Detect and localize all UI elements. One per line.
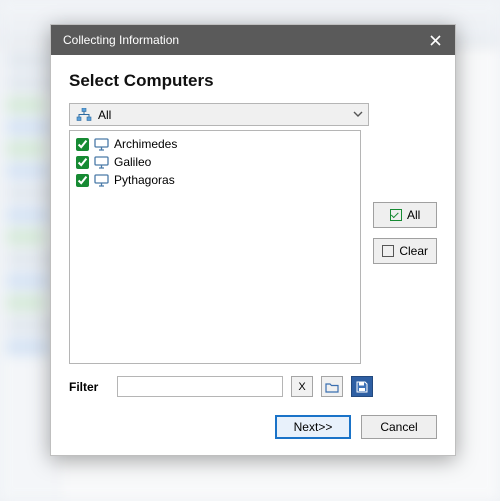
button-label: Cancel xyxy=(380,420,417,434)
checkbox[interactable] xyxy=(76,174,89,187)
save-icon xyxy=(355,380,369,394)
list-item-label: Pythagoras xyxy=(114,173,175,187)
list-item[interactable]: Pythagoras xyxy=(76,171,354,189)
x-icon: X xyxy=(298,381,305,393)
button-label: All xyxy=(407,208,420,222)
next-button[interactable]: Next>> xyxy=(275,415,351,439)
filter-row: Filter X xyxy=(69,376,437,397)
checkbox[interactable] xyxy=(76,138,89,151)
save-filter-button[interactable] xyxy=(351,376,373,397)
monitor-icon xyxy=(94,138,109,151)
computer-list[interactable]: Archimedes Galileo Pythagoras xyxy=(69,130,361,364)
close-button[interactable] xyxy=(423,28,447,52)
select-all-button[interactable]: All xyxy=(373,202,437,228)
clear-button[interactable]: Clear xyxy=(373,238,437,264)
list-item-label: Galileo xyxy=(114,155,151,169)
filter-label: Filter xyxy=(69,380,109,394)
window-title: Collecting Information xyxy=(63,33,423,47)
button-label: Next>> xyxy=(294,420,333,434)
dialog-content: Select Computers All xyxy=(51,55,455,455)
dialog-select-computers: Collecting Information Select Computers … xyxy=(50,24,456,456)
selection-buttons: All Clear xyxy=(373,202,437,264)
button-label: Clear xyxy=(399,244,428,258)
titlebar: Collecting Information xyxy=(51,25,455,55)
folder-icon xyxy=(325,380,339,394)
check-icon xyxy=(390,209,402,221)
filter-input[interactable] xyxy=(117,376,283,397)
empty-checkbox-icon xyxy=(382,245,394,257)
network-icon xyxy=(76,108,92,122)
close-icon xyxy=(430,35,441,46)
checkbox[interactable] xyxy=(76,156,89,169)
monitor-icon xyxy=(94,156,109,169)
list-item-label: Archimedes xyxy=(114,137,177,151)
page-title: Select Computers xyxy=(69,71,437,91)
dialog-footer: Next>> Cancel xyxy=(69,415,437,439)
dropdown-selected: All xyxy=(98,108,111,122)
open-filter-button[interactable] xyxy=(321,376,343,397)
cancel-button[interactable]: Cancel xyxy=(361,415,437,439)
filter-clear-button[interactable]: X xyxy=(291,376,313,397)
chevron-down-icon xyxy=(352,108,364,123)
monitor-icon xyxy=(94,174,109,187)
group-dropdown[interactable]: All xyxy=(69,103,369,126)
list-item[interactable]: Galileo xyxy=(76,153,354,171)
list-item[interactable]: Archimedes xyxy=(76,135,354,153)
